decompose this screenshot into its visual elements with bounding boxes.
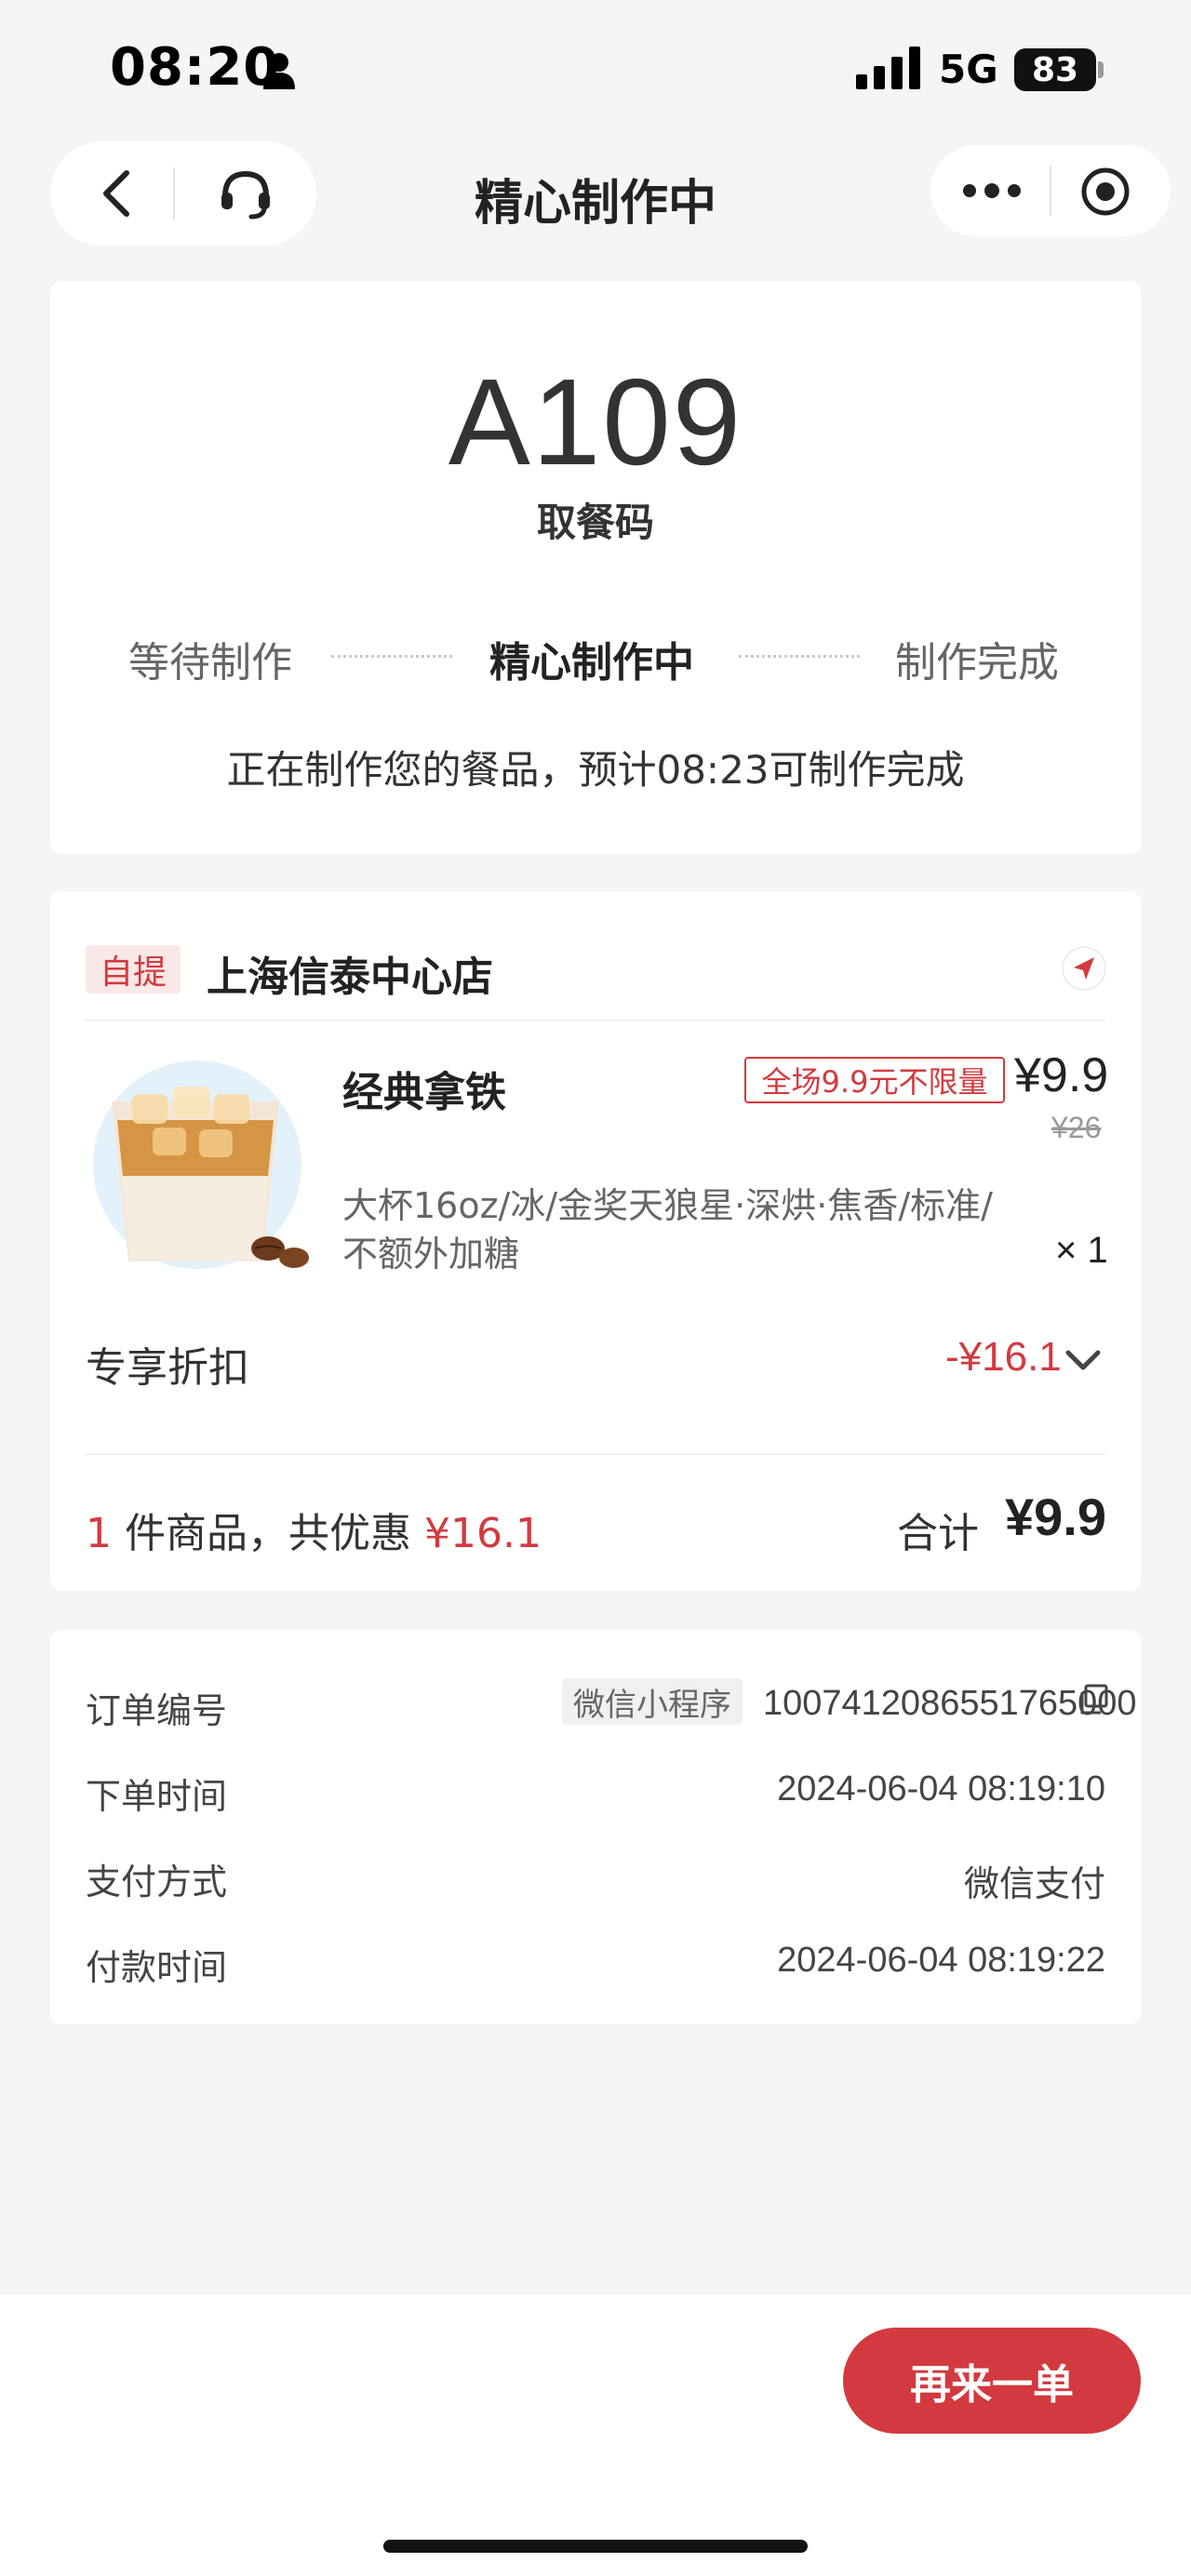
status-bar: 08:20 5G 83 <box>0 0 1191 140</box>
battery-icon: 83 <box>1014 48 1096 91</box>
product-spec: 大杯16oz/冰/金奖天狼星·深烘·焦香/标准/不额外加糖 <box>342 1185 993 1275</box>
step-dots <box>739 655 860 658</box>
status-time: 08:20 <box>110 37 281 98</box>
person-icon <box>263 53 295 89</box>
order-number-row: 订单编号 微信小程序 1007412086551765000 <box>86 1678 1137 1738</box>
navigation-arrow-icon[interactable] <box>1061 945 1107 992</box>
step-done: 制作完成 <box>895 639 1059 687</box>
pickup-note: 正在制作您的餐品，预计08:23可制作完成 <box>226 747 965 793</box>
more-dots-icon <box>963 183 1021 198</box>
order-time-row: 下单时间 2024-06-04 08:19:10 <box>86 1768 1105 1823</box>
pay-time-row: 付款时间 2024-06-04 08:19:22 <box>86 1939 1105 1995</box>
pay-method: 微信支付 <box>963 1865 1105 1904</box>
signal-icon <box>856 47 920 89</box>
divider <box>86 1453 1105 1455</box>
close-miniprogram-button[interactable] <box>1077 164 1133 220</box>
product-price: ¥9.9 <box>1014 1048 1109 1102</box>
nav-right-capsule <box>930 145 1171 236</box>
home-indicator <box>383 2540 808 2553</box>
nav-divider <box>1050 166 1051 216</box>
order-card: 自提 上海信泰中心店 经典拿铁 全场9.9元不限量 ¥9.9 ¥26 大杯16o… <box>50 891 1141 1591</box>
divider <box>86 1020 1105 1021</box>
pickup-card: A109 取餐码 等待制作 精心制作中 制作完成 正在制作您的餐品，预计08:2… <box>50 281 1141 854</box>
discount-value[interactable]: -¥16.1 <box>945 1334 1062 1381</box>
more-button[interactable] <box>958 167 1025 214</box>
discount-label: 专享折扣 <box>86 1344 249 1392</box>
product-original-price: ¥26 <box>1051 1111 1102 1144</box>
reorder-button[interactable]: 再来一单 <box>843 2328 1141 2434</box>
store-name[interactable]: 上海信泰中心店 <box>207 943 493 1003</box>
bottom-action-bar: 再来一单 <box>0 2294 1191 2576</box>
channel-tag: 微信小程序 <box>562 1678 743 1725</box>
order-time: 2024-06-04 08:19:10 <box>777 1769 1105 1809</box>
latte-product-image <box>93 1061 309 1269</box>
total-value: ¥9.9 <box>1005 1488 1106 1546</box>
summary-count: 1 件商品，共优惠 ¥16.1 <box>86 1500 542 1559</box>
pickup-code: A109 <box>448 354 743 490</box>
order-number-label: 订单编号 <box>86 1690 228 1731</box>
pickup-type-tag: 自提 <box>86 945 181 994</box>
pickup-code-label: 取餐码 <box>536 500 654 545</box>
step-waiting: 等待制作 <box>128 639 292 687</box>
order-info-card: 订单编号 微信小程序 1007412086551765000 下单时间 2024… <box>50 1630 1141 2024</box>
total-label: 合计 <box>897 1510 979 1557</box>
pay-method-label: 支付方式 <box>86 1862 228 1902</box>
product-quantity: × 1 <box>1055 1230 1108 1271</box>
order-time-label: 下单时间 <box>86 1776 228 1817</box>
chevron-down-icon[interactable] <box>1064 1347 1102 1375</box>
pay-time: 2024-06-04 08:19:22 <box>777 1941 1105 1980</box>
item-count: 1 <box>86 1510 112 1557</box>
pay-time-label: 付款时间 <box>86 1947 228 1988</box>
promo-tag: 全场9.9元不限量 <box>744 1057 1005 1103</box>
network-label: 5G <box>939 47 998 92</box>
step-making: 精心制作中 <box>489 639 694 687</box>
step-dots <box>331 655 452 658</box>
target-circle-icon <box>1081 167 1130 216</box>
pay-method-row: 支付方式 微信支付 <box>86 1853 1105 1909</box>
saved-amount: ¥16.1 <box>424 1510 542 1557</box>
product-name: 经典拿铁 <box>342 1069 506 1116</box>
copy-icon[interactable] <box>1077 1684 1109 1715</box>
summary-text: 件商品，共优惠 <box>125 1510 411 1557</box>
battery-tip <box>1098 61 1104 78</box>
